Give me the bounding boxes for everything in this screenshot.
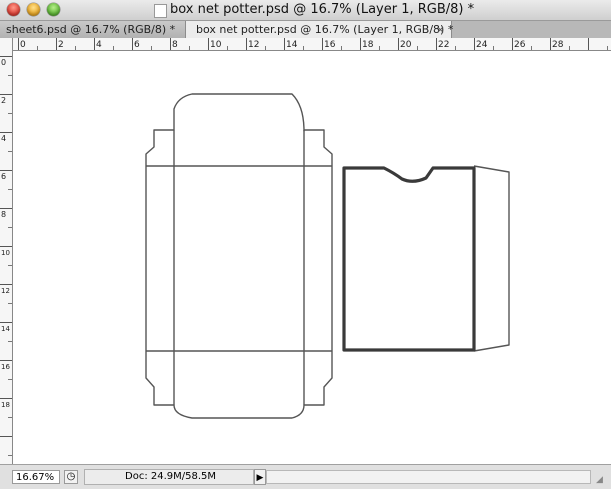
ruler-label: 0 [20,40,26,50]
zoom-window-button[interactable] [47,3,60,16]
vertical-ruler-ticks: 0 2 4 6 8 10 12 14 16 18 [0,56,12,456]
status-bar: 16.67% ◷ Doc: 24.9M/58.5M ▶ ◢ [0,464,611,489]
ruler-label: 26 [514,40,526,50]
document-tab-bar: sheet6.psd @ 16.7% (RGB/8) * box net pot… [0,21,611,39]
ruler-label: 10 [210,40,222,50]
ruler-label: 16 [1,363,10,371]
horizontal-scrollbar[interactable] [266,470,591,484]
horizontal-ruler-ticks: 0 2 4 6 8 10 12 14 16 18 20 22 24 26 28 [18,38,608,50]
tab-label: sheet6.psd @ 16.7% (RGB/8) * [6,23,176,36]
resize-grip-icon[interactable]: ◢ [596,474,608,486]
zoom-field[interactable]: 16.67% [12,470,60,484]
selected-panel-outline [342,166,476,352]
vertical-ruler[interactable]: 0 2 4 6 8 10 12 14 16 18 [0,38,13,464]
title-bar: box net potter.psd @ 16.7% (Layer 1, RGB… [0,0,611,21]
ruler-label: 20 [400,40,412,50]
box-net-artwork [145,93,510,419]
ruler-label: 16 [324,40,336,50]
ruler-label: 24 [476,40,488,50]
ruler-label: 18 [362,40,374,50]
ruler-label: 28 [552,40,564,50]
triangle-right-icon[interactable]: ▶ [254,469,266,485]
side-tab-outline [473,165,510,352]
document-canvas[interactable] [13,51,611,464]
horizontal-ruler[interactable]: 0 2 4 6 8 10 12 14 16 18 20 22 24 26 28 [12,38,611,51]
ruler-label: 2 [1,96,6,105]
document-icon [154,4,167,18]
tab-box-net-potter[interactable]: box net potter.psd @ 16.7% (Layer 1, RGB… [186,21,454,38]
ruler-label: 0 [1,58,6,67]
ruler-label: 6 [1,172,6,181]
minimize-window-button[interactable] [27,3,40,16]
tab-sheet6[interactable]: sheet6.psd @ 16.7% (RGB/8) * [0,21,186,38]
ruler-label: 14 [286,40,298,50]
ruler-label: 2 [58,40,64,50]
ruler-label: 8 [172,40,178,50]
ruler-label: 6 [134,40,140,50]
ruler-label: 12 [248,40,259,50]
ruler-label: 10 [1,249,10,257]
ruler-label: 12 [1,287,10,295]
window-title: box net potter.psd @ 16.7% (Layer 1, RGB… [170,2,475,17]
tab-label: box net potter.psd @ 16.7% (Layer 1, RGB… [196,23,454,36]
ruler-label: 4 [96,40,102,50]
ruler-label: 4 [1,134,6,143]
ruler-label: 8 [1,210,6,219]
ruler-label: 22 [438,40,449,50]
doc-info: Doc: 24.9M/58.5M [84,469,254,485]
ruler-label: 14 [1,325,10,333]
status-menu-button[interactable]: ◷ [64,470,78,484]
ruler-label: 18 [1,401,10,409]
close-icon[interactable]: × [436,21,445,38]
close-window-button[interactable] [7,3,20,16]
